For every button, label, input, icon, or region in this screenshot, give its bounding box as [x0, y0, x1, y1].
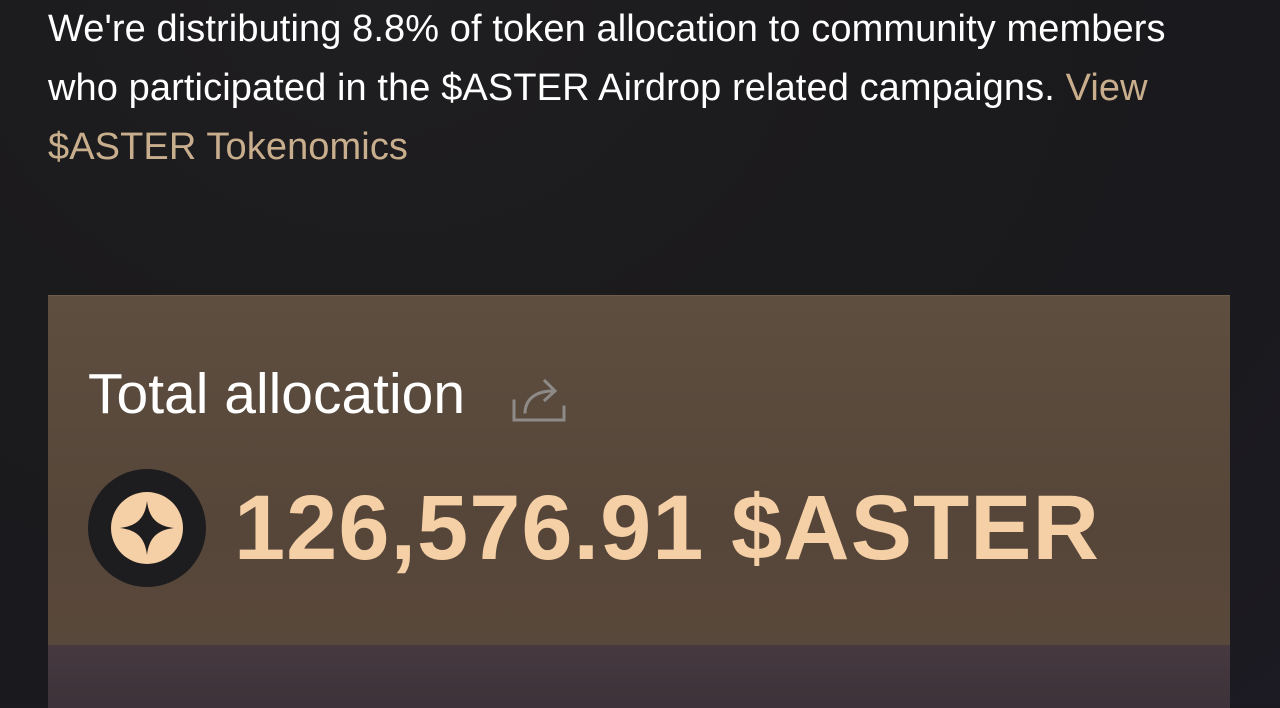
- share-icon[interactable]: [510, 372, 568, 426]
- allocation-title: Total allocation: [88, 362, 466, 426]
- intro-text: We're distributing 8.8% of token allocat…: [48, 8, 1166, 109]
- card-bottom-section: [48, 645, 1230, 708]
- aster-logo-icon: [88, 469, 206, 587]
- allocation-amount-row: 126,576.91 $ASTER: [88, 468, 1100, 588]
- intro-paragraph: We're distributing 8.8% of token allocat…: [48, 0, 1188, 177]
- allocation-amount: 126,576.91 $ASTER: [234, 477, 1100, 579]
- allocation-card: Total allocation 126,576.91 $ASTER: [48, 295, 1230, 708]
